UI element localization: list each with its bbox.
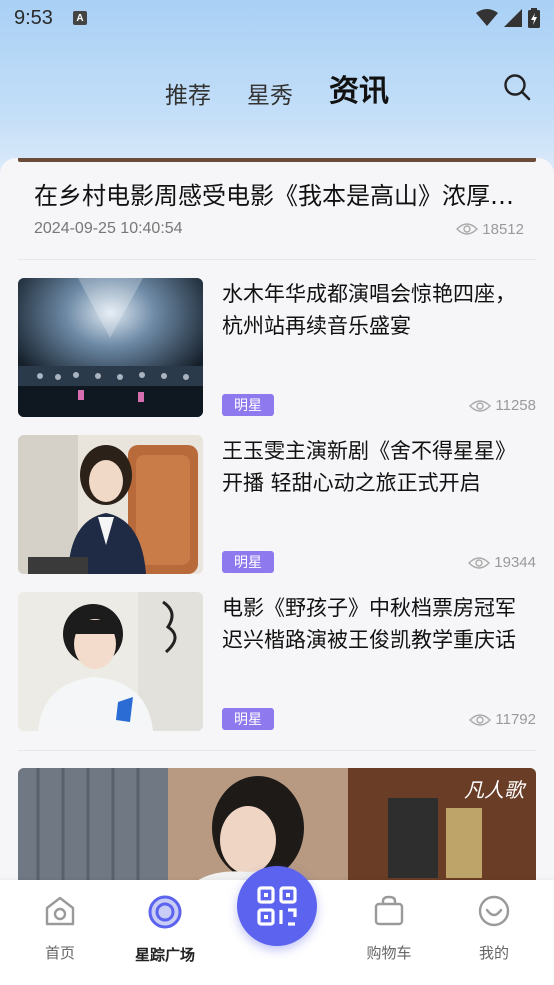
target-icon <box>148 895 182 929</box>
view-count: 11258 <box>495 397 536 414</box>
news-views: 11792 <box>469 711 536 728</box>
category-tag[interactable]: 明星 <box>222 708 274 730</box>
news-thumbnail-actress[interactable] <box>18 435 203 574</box>
tab-news[interactable]: 资讯 <box>329 66 389 110</box>
status-bar: 9:53 A <box>0 0 554 36</box>
news-item-2[interactable]: 王玉雯主演新剧《舍不得星星》开播 轻甜心动之旅正式开启 明星 19344 <box>18 435 536 575</box>
nav-home[interactable]: 首页 <box>20 894 100 963</box>
smile-icon <box>478 895 510 927</box>
nav-label: 我的 <box>478 944 509 962</box>
featured-views: 18512 <box>456 221 524 238</box>
nav-profile[interactable]: 我的 <box>454 894 534 963</box>
nav-label: 星踪广场 <box>134 946 195 964</box>
shopping-bag-icon <box>374 895 404 926</box>
view-count: 19344 <box>494 554 536 571</box>
eye-icon <box>469 713 492 726</box>
eye-icon <box>456 223 479 235</box>
status-time: 9:53 <box>14 6 53 29</box>
tab-recommend[interactable]: 推荐 <box>165 76 211 110</box>
news-item-1[interactable]: 水木年华成都演唱会惊艳四座，杭州站再续音乐盛宴 明星 11258 <box>18 278 536 418</box>
news-title[interactable]: 王玉雯主演新剧《舍不得星星》开播 轻甜心动之旅正式开启 <box>222 435 532 499</box>
news-views: 19344 <box>468 554 536 571</box>
nav-star-plaza[interactable]: 星踪广场 <box>125 894 205 965</box>
news-title[interactable]: 水木年华成都演唱会惊艳四座，杭州站再续音乐盛宴 <box>222 278 532 342</box>
featured-title[interactable]: 在乡村电影周感受电影《我本是高山》浓厚… <box>34 176 524 211</box>
news-title[interactable]: 电影《野孩子》中秋档票房冠军 迟兴楷路演被王俊凯教学重庆话 <box>222 592 532 656</box>
tab-star-show[interactable]: 星秀 <box>247 76 293 110</box>
eye-icon <box>469 399 492 412</box>
featured-image-edge <box>18 158 536 162</box>
featured-meta: 2024-09-25 10:40:54 18512 <box>34 220 524 238</box>
news-views: 11258 <box>469 397 536 414</box>
featured-datetime: 2024-09-25 10:40:54 <box>34 220 183 237</box>
divider <box>18 259 536 260</box>
signal-icon <box>504 9 522 27</box>
a-icon: A <box>72 11 87 25</box>
qr-scan-button[interactable] <box>237 866 317 946</box>
divider <box>18 750 536 751</box>
status-icons <box>476 8 540 28</box>
news-feature-image[interactable]: 凡人歌 <box>18 768 536 880</box>
battery-icon <box>528 8 540 28</box>
search-icon[interactable] <box>502 72 532 102</box>
news-feed[interactable]: 在乡村电影周感受电影《我本是高山》浓厚… 2024-09-25 10:40:54… <box>0 158 554 880</box>
wifi-icon <box>476 9 498 26</box>
eye-icon <box>468 556 491 569</box>
qr-scan-icon <box>257 886 297 926</box>
category-tag[interactable]: 明星 <box>222 551 274 573</box>
home-icon <box>45 896 75 926</box>
news-thumbnail-concert[interactable] <box>18 278 203 417</box>
show-logo: 凡人歌 <box>464 778 524 802</box>
nav-cart[interactable]: 购物车 <box>349 894 429 963</box>
news-thumbnail-actor[interactable] <box>18 592 203 731</box>
nav-label: 首页 <box>44 944 75 962</box>
news-item-3[interactable]: 电影《野孩子》中秋档票房冠军 迟兴楷路演被王俊凯教学重庆话 明星 11792 <box>18 592 536 732</box>
header-nav: 推荐 星秀 资讯 <box>0 60 554 116</box>
category-tag[interactable]: 明星 <box>222 394 274 416</box>
category-tabs: 推荐 星秀 资讯 <box>165 66 389 110</box>
view-count: 11792 <box>495 711 536 728</box>
nav-label: 购物车 <box>366 944 412 962</box>
view-count: 18512 <box>482 220 524 238</box>
bottom-nav: 首页 星踪广场 购物车 我的 <box>0 866 554 985</box>
